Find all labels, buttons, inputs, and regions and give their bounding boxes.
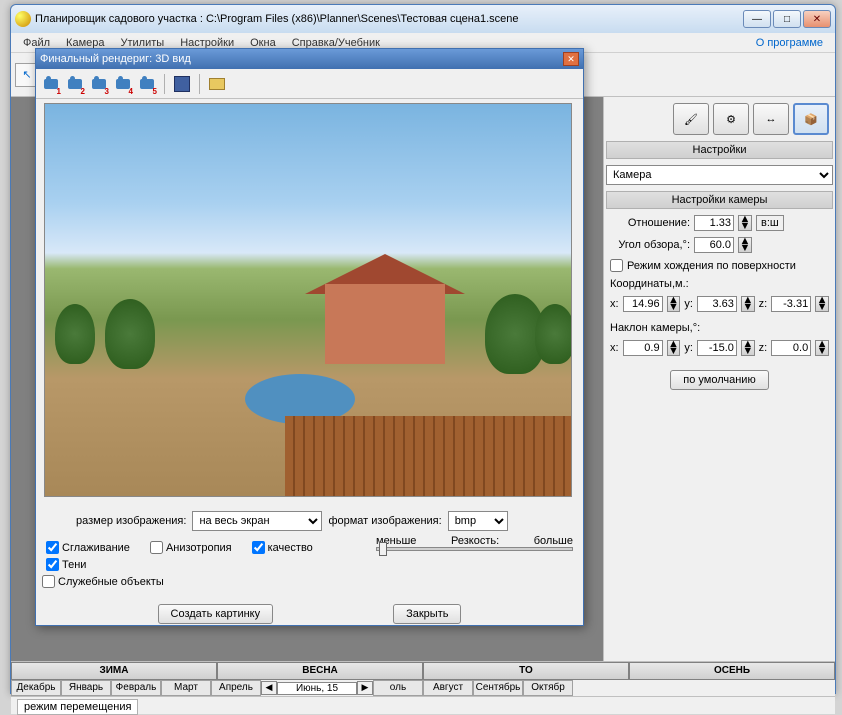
ratio-input[interactable]	[694, 215, 734, 231]
dialog-toolbar: 1 2 3 4 5	[36, 69, 583, 99]
tz-label: z:	[759, 342, 768, 354]
save-icon[interactable]	[171, 73, 193, 95]
settings-dropdown[interactable]: Камера	[606, 165, 833, 185]
season-spring[interactable]: ВЕСНА	[217, 662, 423, 680]
tx-label: x:	[610, 342, 619, 354]
coord-y-spinner[interactable]: ▲▼	[741, 296, 755, 312]
tool-measure-icon[interactable]: ↔	[753, 103, 789, 135]
y-label: y:	[684, 298, 693, 310]
dialog-close-button[interactable]: Закрыть	[393, 604, 461, 624]
sharpness-label: Резкость:	[451, 535, 499, 547]
month-apr[interactable]: Апрель	[211, 680, 261, 696]
quality-label: качество	[268, 542, 313, 554]
camera-4-button[interactable]: 4	[112, 73, 134, 95]
ty-label: y:	[684, 342, 693, 354]
walk-mode-checkbox[interactable]	[610, 259, 623, 272]
smoothing-checkbox[interactable]	[46, 541, 59, 554]
titlebar[interactable]: Планировщик садового участка : C:\Progra…	[11, 5, 835, 33]
month-aug[interactable]: Август	[423, 680, 473, 696]
coords-label: Координаты,м.:	[610, 278, 829, 290]
fov-input[interactable]	[694, 237, 734, 253]
app-icon	[15, 11, 31, 27]
folder-icon[interactable]	[206, 73, 228, 95]
x-label: x:	[610, 298, 619, 310]
coord-x-input[interactable]	[623, 296, 663, 312]
ratio-spinner[interactable]: ▲▼	[738, 215, 752, 231]
service-objects-label: Служебные объекты	[58, 576, 164, 588]
z-label: z:	[759, 298, 768, 310]
month-oct[interactable]: Октябр	[523, 680, 573, 696]
tilt-z-spinner[interactable]: ▲▼	[815, 340, 829, 356]
smoothing-label: Сглаживание	[62, 542, 130, 554]
ratio-label: Отношение:	[610, 217, 690, 229]
camera-3-button[interactable]: 3	[88, 73, 110, 95]
camera-5-button[interactable]: 5	[136, 73, 158, 95]
fov-spinner[interactable]: ▲▼	[738, 237, 752, 253]
season-summer[interactable]: ТО	[423, 662, 629, 680]
maximize-button[interactable]: □	[773, 10, 801, 28]
camera-settings-header: Настройки камеры	[606, 191, 833, 209]
tilt-y-input[interactable]	[697, 340, 737, 356]
render-preview	[44, 103, 572, 497]
season-winter[interactable]: ЗИМА	[11, 662, 217, 680]
month-dec[interactable]: Декабрь	[11, 680, 61, 696]
coord-x-spinner[interactable]: ▲▼	[667, 296, 681, 312]
shadows-label: Тени	[62, 559, 86, 571]
tilt-label: Наклон камеры,°:	[610, 322, 829, 334]
month-mar[interactable]: Март	[161, 680, 211, 696]
tool-cube-icon[interactable]: 📦	[793, 103, 829, 135]
timeline: ЗИМА ВЕСНА ТО ОСЕНЬ Декабрь Январь Февра…	[11, 661, 835, 714]
coord-y-input[interactable]	[697, 296, 737, 312]
coord-z-spinner[interactable]: ▲▼	[815, 296, 829, 312]
image-size-select[interactable]: на весь экран	[192, 511, 322, 531]
tilt-x-spinner[interactable]: ▲▼	[667, 340, 681, 356]
month-prev-icon[interactable]: ◀	[261, 681, 277, 695]
month-current[interactable]: Июнь, 15	[277, 682, 357, 695]
image-format-label: формат изображения:	[328, 515, 441, 527]
dialog-title: Финальный рендериг: 3D вид	[40, 53, 563, 65]
camera-1-button[interactable]: 1	[40, 73, 62, 95]
fov-label: Угол обзора,°:	[610, 239, 690, 251]
tilt-x-input[interactable]	[623, 340, 663, 356]
sharpness-slider[interactable]	[376, 547, 573, 551]
month-jan[interactable]: Январь	[61, 680, 111, 696]
tilt-z-input[interactable]	[771, 340, 811, 356]
image-format-select[interactable]: bmp	[448, 511, 508, 531]
tool-pipe-icon[interactable]: ⚙	[713, 103, 749, 135]
month-sep[interactable]: Сентябрь	[473, 680, 523, 696]
tool-paint-icon[interactable]: 🖌	[673, 103, 709, 135]
tilt-y-spinner[interactable]: ▲▼	[741, 340, 755, 356]
menu-about[interactable]: О программе	[748, 35, 831, 51]
month-jul[interactable]: оль	[373, 680, 423, 696]
ratio-lock-button[interactable]: в:ш	[756, 215, 784, 231]
render-dialog: Финальный рендериг: 3D вид ✕ 1 2 3 4 5 р…	[35, 48, 584, 626]
minimize-button[interactable]: —	[743, 10, 771, 28]
service-objects-checkbox[interactable]	[42, 575, 55, 588]
anisotropy-checkbox[interactable]	[150, 541, 163, 554]
month-feb[interactable]: Февраль	[111, 680, 161, 696]
status-text: режим перемещения	[17, 699, 138, 715]
shadows-checkbox[interactable]	[46, 558, 59, 571]
right-panel: 🖌 ⚙ ↔ 📦 Настройки Камера Настройки камер…	[603, 97, 835, 661]
dialog-titlebar[interactable]: Финальный рендериг: 3D вид ✕	[36, 49, 583, 69]
close-button[interactable]: ✕	[803, 10, 831, 28]
more-label: больше	[534, 535, 573, 547]
settings-header: Настройки	[606, 141, 833, 159]
dialog-close-icon[interactable]: ✕	[563, 52, 579, 66]
window-title: Планировщик садового участка : C:\Progra…	[35, 13, 743, 25]
walk-mode-label: Режим хождения по поверхности	[627, 260, 796, 272]
anisotropy-label: Анизотропия	[166, 542, 232, 554]
default-button[interactable]: по умолчанию	[670, 370, 768, 390]
image-size-label: размер изображения:	[76, 515, 186, 527]
create-image-button[interactable]: Создать картинку	[158, 604, 274, 624]
month-next-icon[interactable]: ▶	[357, 681, 373, 695]
season-autumn[interactable]: ОСЕНЬ	[629, 662, 835, 680]
quality-checkbox[interactable]	[252, 541, 265, 554]
status-bar: режим перемещения	[11, 696, 835, 714]
coord-z-input[interactable]	[771, 296, 811, 312]
camera-2-button[interactable]: 2	[64, 73, 86, 95]
